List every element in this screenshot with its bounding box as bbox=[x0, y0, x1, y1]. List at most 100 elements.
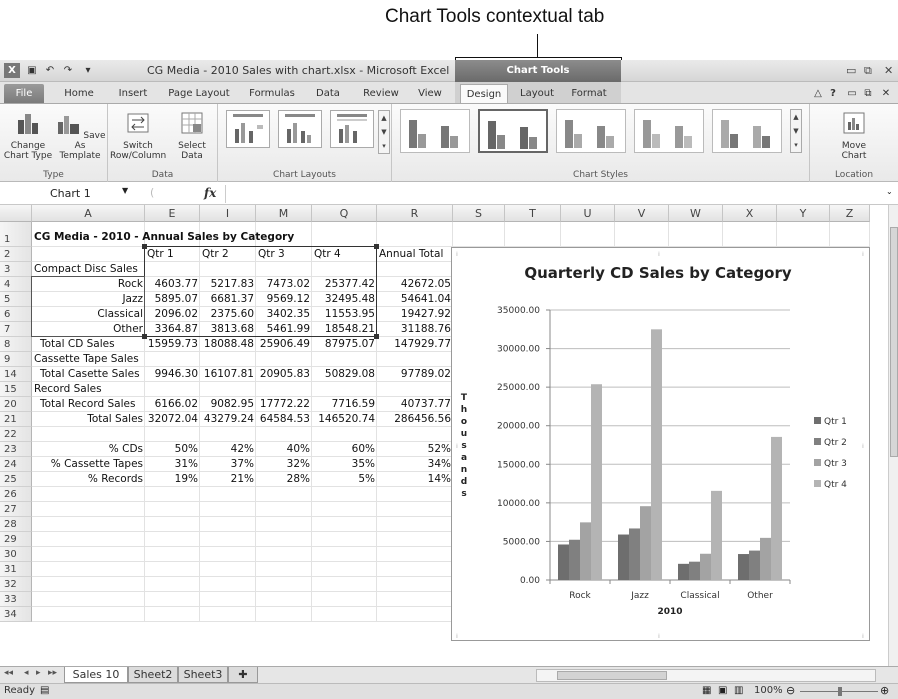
value-cell[interactable]: 28% bbox=[256, 472, 312, 487]
row-header-20[interactable]: 20 bbox=[0, 397, 32, 412]
tab-review[interactable]: Review bbox=[356, 84, 406, 103]
prev-sheet-icon[interactable]: ◂ bbox=[24, 668, 29, 678]
tab-page-layout[interactable]: Page Layout bbox=[164, 84, 234, 103]
row-label-cell[interactable]: % CDs bbox=[32, 442, 145, 457]
value-cell[interactable]: 52% bbox=[377, 442, 453, 457]
row-header-29[interactable]: 29 bbox=[0, 532, 32, 547]
value-cell[interactable]: 32% bbox=[256, 457, 312, 472]
select-data-button[interactable]: Select Data bbox=[168, 110, 216, 161]
row-label-cell[interactable]: % Records bbox=[32, 472, 145, 487]
value-cell[interactable]: 31188.76 bbox=[377, 322, 453, 337]
row-header-7[interactable]: 7 bbox=[0, 322, 32, 337]
row-header-1[interactable]: 1 bbox=[0, 222, 32, 247]
row-header-30[interactable]: 30 bbox=[0, 547, 32, 562]
tab-file[interactable]: File bbox=[4, 84, 44, 103]
chart-layout-1[interactable] bbox=[226, 110, 270, 148]
formula-input[interactable] bbox=[230, 186, 880, 202]
sheet-tab-sheet3[interactable]: Sheet3 bbox=[178, 667, 228, 683]
value-cell[interactable]: 20905.83 bbox=[256, 367, 312, 382]
value-cell[interactable]: 9082.95 bbox=[200, 397, 256, 412]
column-header-a[interactable]: A bbox=[32, 205, 145, 222]
row-header-8[interactable]: 8 bbox=[0, 337, 32, 352]
column-header-e[interactable]: E bbox=[145, 205, 200, 222]
zoom-out-icon[interactable]: ⊖ bbox=[786, 684, 795, 697]
tab-insert[interactable]: Insert bbox=[110, 84, 156, 103]
row-label-cell[interactable]: Total CD Sales bbox=[32, 337, 145, 352]
value-cell[interactable]: 15959.73 bbox=[145, 337, 200, 352]
value-cell[interactable]: 64584.53 bbox=[256, 412, 312, 427]
next-sheet-icon[interactable]: ▸ bbox=[36, 668, 41, 678]
column-header-w[interactable]: W bbox=[669, 205, 723, 222]
value-cell[interactable]: 25906.49 bbox=[256, 337, 312, 352]
customize-qat-icon[interactable]: ▾ bbox=[80, 63, 96, 78]
range-handle[interactable] bbox=[142, 334, 147, 339]
zoom-level[interactable]: 100% bbox=[754, 685, 783, 696]
row-header-3[interactable]: 3 bbox=[0, 262, 32, 277]
zoom-slider-thumb[interactable] bbox=[838, 687, 842, 696]
sheet-tab-sales-10[interactable]: Sales 10 bbox=[64, 667, 128, 683]
header-cell[interactable]: Annual Total bbox=[377, 247, 453, 262]
row-header-34[interactable]: 34 bbox=[0, 607, 32, 622]
value-cell[interactable]: 5% bbox=[312, 472, 377, 487]
styles-scroll[interactable]: ▲ ▼ ▾ bbox=[790, 109, 802, 153]
select-all-corner[interactable] bbox=[0, 205, 32, 222]
chart-style-5[interactable] bbox=[712, 109, 782, 153]
value-cell[interactable]: 50% bbox=[145, 442, 200, 457]
value-cell[interactable]: 147929.77 bbox=[377, 337, 453, 352]
sheet-tab-sheet2[interactable]: Sheet2 bbox=[128, 667, 178, 683]
row-header-23[interactable]: 23 bbox=[0, 442, 32, 457]
insert-sheet-icon[interactable]: ✚ bbox=[228, 667, 258, 683]
tab-layout[interactable]: Layout bbox=[515, 84, 559, 103]
column-header-q[interactable]: Q bbox=[312, 205, 377, 222]
close-icon[interactable]: ✕ bbox=[884, 64, 893, 77]
restore-icon[interactable]: ⧉ bbox=[864, 64, 872, 78]
tab-data[interactable]: Data bbox=[308, 84, 348, 103]
chart-layout-2[interactable] bbox=[278, 110, 322, 148]
column-header-s[interactable]: S bbox=[453, 205, 505, 222]
range-handle[interactable] bbox=[374, 244, 379, 249]
value-cell[interactable]: 42% bbox=[200, 442, 256, 457]
last-sheet-icon[interactable]: ▸▸ bbox=[48, 668, 57, 678]
value-cell[interactable]: 18088.48 bbox=[200, 337, 256, 352]
row-header-9[interactable]: 9 bbox=[0, 352, 32, 367]
value-cell[interactable]: 286456.56 bbox=[377, 412, 453, 427]
column-header-v[interactable]: V bbox=[615, 205, 669, 222]
move-chart-button[interactable]: Move Chart bbox=[830, 110, 878, 161]
column-header-u[interactable]: U bbox=[561, 205, 615, 222]
column-header-t[interactable]: T bbox=[505, 205, 561, 222]
range-handle[interactable] bbox=[374, 334, 379, 339]
value-cell[interactable]: 21% bbox=[200, 472, 256, 487]
chart-style-1[interactable] bbox=[400, 109, 470, 153]
name-box-dropdown-icon[interactable]: ▼ bbox=[122, 186, 128, 195]
macro-record-icon[interactable]: ▤ bbox=[40, 685, 49, 696]
value-cell[interactable]: 60% bbox=[312, 442, 377, 457]
minimize-icon[interactable]: ▭ bbox=[846, 64, 856, 77]
workbook-restore-icon[interactable]: ⧉ bbox=[862, 84, 874, 103]
row-header-5[interactable]: 5 bbox=[0, 292, 32, 307]
row-header-31[interactable]: 31 bbox=[0, 562, 32, 577]
value-cell[interactable]: 19% bbox=[145, 472, 200, 487]
row-header-14[interactable]: 14 bbox=[0, 367, 32, 382]
value-cell[interactable]: 32072.04 bbox=[145, 412, 200, 427]
embedded-chart[interactable]: Quarterly CD Sales by Category 0.00 5000.0… bbox=[451, 247, 870, 641]
row-header-33[interactable]: 33 bbox=[0, 592, 32, 607]
zoom-in-icon[interactable]: ⊕ bbox=[880, 684, 889, 697]
row-header-21[interactable]: 21 bbox=[0, 412, 32, 427]
row-label-cell[interactable]: Cassette Tape Sales bbox=[32, 352, 145, 367]
row-header-15[interactable]: 15 bbox=[0, 382, 32, 397]
chart-layout-3[interactable] bbox=[330, 110, 374, 148]
value-cell[interactable]: 37% bbox=[200, 457, 256, 472]
column-header-i[interactable]: I bbox=[200, 205, 256, 222]
help-icon[interactable]: ? bbox=[826, 84, 840, 103]
value-cell[interactable]: 40% bbox=[256, 442, 312, 457]
horizontal-scroll-thumb[interactable] bbox=[557, 671, 667, 680]
first-sheet-icon[interactable]: ◂◂ bbox=[4, 668, 13, 678]
chart-style-3[interactable] bbox=[556, 109, 626, 153]
vertical-scrollbar[interactable] bbox=[888, 205, 898, 666]
column-header-x[interactable]: X bbox=[723, 205, 777, 222]
value-cell[interactable]: 19427.92 bbox=[377, 307, 453, 322]
switch-row-column-button[interactable]: Switch Row/Column bbox=[110, 110, 166, 161]
row-label-cell[interactable]: % Cassette Tapes bbox=[32, 457, 145, 472]
row-label-cell[interactable]: Record Sales bbox=[32, 382, 145, 397]
value-cell[interactable]: 43279.24 bbox=[200, 412, 256, 427]
